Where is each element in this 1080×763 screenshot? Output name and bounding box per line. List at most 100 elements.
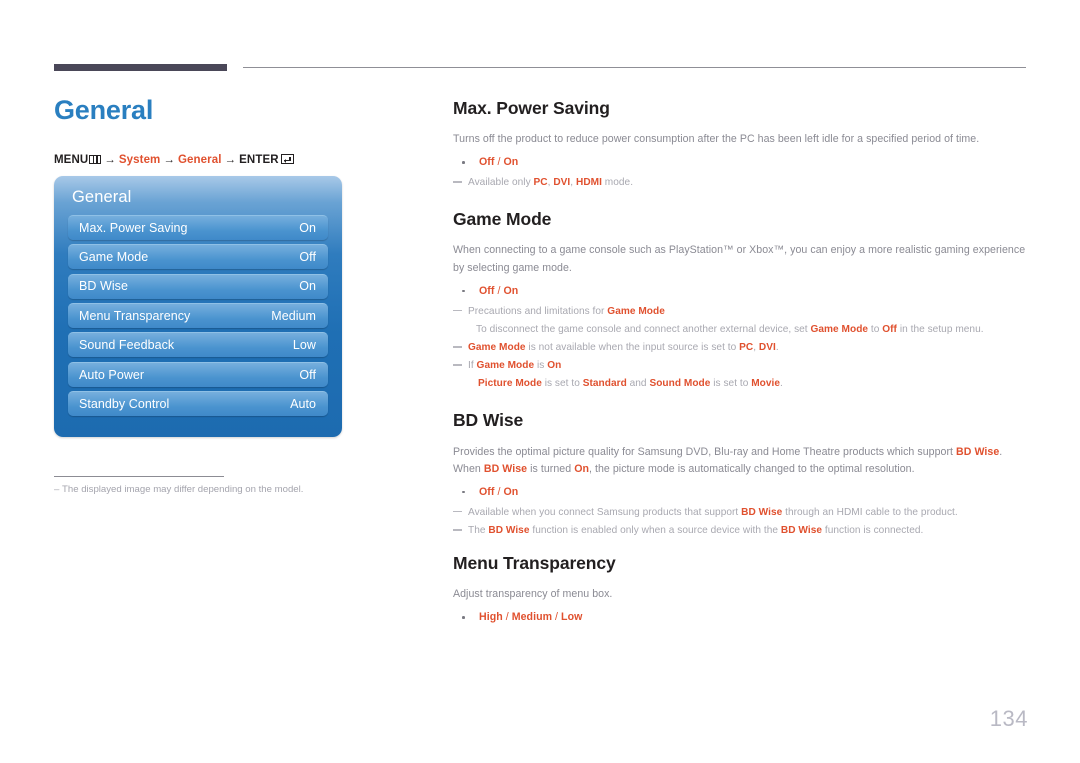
enter-key-icon <box>280 154 294 165</box>
option-on: On <box>503 156 519 169</box>
note-text: through an HDMI cable to the product. <box>782 506 958 518</box>
section-options: Off / On <box>453 283 1028 300</box>
option-on: On <box>503 485 519 498</box>
osd-row-value: Auto <box>290 396 316 411</box>
osd-row-auto-power[interactable]: Auto Power Off <box>68 361 328 387</box>
note-keyword-dvi: DVI <box>553 177 571 189</box>
section-title: BD Wise <box>453 410 524 431</box>
note-text: If <box>468 360 477 372</box>
note-keyword-hdmi: HDMI <box>575 177 602 189</box>
note-keyword-off: Off <box>882 323 897 335</box>
breadcrumb-step-system: System <box>118 154 161 167</box>
osd-row-value: Low <box>292 338 316 353</box>
note-keyword-dvi: DVI <box>758 342 776 354</box>
note-text: function is connected. <box>822 524 924 536</box>
note-keyword-standard: Standard <box>582 378 627 390</box>
section-options: Off / On <box>453 154 1028 171</box>
body-keyword-on: On <box>574 462 589 475</box>
section-title: Game Mode <box>453 209 552 230</box>
body-keyword-bd-wise: BD Wise <box>956 445 1000 458</box>
section-note: Available when you connect Samsung produ… <box>453 505 1028 521</box>
section-body: Adjust transparency of menu box. <box>453 588 613 601</box>
section-options: Off / On <box>453 484 1028 501</box>
header-rule-line <box>243 67 1026 68</box>
osd-row-label: Sound Feedback <box>79 338 175 353</box>
body-text: is turned <box>527 462 575 475</box>
note-text: is set to <box>541 378 583 390</box>
note-keyword-picture-mode: Picture Mode <box>478 378 542 390</box>
note-keyword-game-mode: Game Mode <box>810 323 869 335</box>
note-text: mode. <box>601 177 634 189</box>
osd-row-value: On <box>299 279 316 294</box>
section-note: Precautions and limitations for Game Mod… <box>453 304 1028 320</box>
note-text: and <box>626 378 650 390</box>
note-keyword-bd-wise: BD Wise <box>780 524 823 536</box>
note-text: in the setup menu. <box>896 323 984 335</box>
osd-row-sound-feedback[interactable]: Sound Feedback Low <box>68 332 328 358</box>
section-max-power-saving: Max. Power Saving Turns off the product … <box>453 98 1028 191</box>
section-bd-wise: BD Wise Provides the optimal picture qua… <box>453 410 1028 539</box>
note-text: The <box>468 524 489 536</box>
note-text: . <box>775 342 779 354</box>
note-keyword-sound-mode: Sound Mode <box>649 378 711 390</box>
osd-row-menu-transparency[interactable]: Menu Transparency Medium <box>68 302 328 328</box>
option-off: Off <box>479 284 495 297</box>
manual-page: General MENU → System → General → ENTER Genera… <box>0 0 1080 763</box>
page-title: General <box>54 95 154 125</box>
note-keyword-game-mode: Game Mode <box>476 360 535 372</box>
option-off: Off <box>479 485 495 498</box>
section-note-sub: To disconnect the game console and conne… <box>453 322 1028 338</box>
note-text: to <box>868 323 883 335</box>
osd-row-label: Standby Control <box>79 396 170 411</box>
breadcrumb: MENU → System → General → ENTER <box>54 154 414 166</box>
osd-menu-box: General Max. Power Saving On Game Mode O… <box>54 176 342 437</box>
section-note: Available only PC, DVI, HDMI mode. <box>453 175 1028 191</box>
osd-row-value: Medium <box>271 308 316 323</box>
note-text: is not available when the input source i… <box>525 342 740 354</box>
note-keyword-pc: PC <box>739 342 754 354</box>
note-keyword-movie: Movie <box>751 378 781 390</box>
breadcrumb-enter-label: ENTER <box>239 154 279 167</box>
section-note: Game Mode is not available when the inpu… <box>453 340 1028 356</box>
note-keyword-bd-wise: BD Wise <box>741 506 783 518</box>
left-column: General MENU → System → General → ENTER <box>54 96 414 166</box>
note-text: Available when you connect Samsung produ… <box>468 506 742 518</box>
left-footnote: – The displayed image may differ dependin… <box>54 483 394 497</box>
note-keyword-pc: PC <box>533 177 548 189</box>
breadcrumb-menu-label: MENU <box>54 154 89 167</box>
section-game-mode: Game Mode When connecting to a game cons… <box>453 209 1028 392</box>
osd-row-label: Menu Transparency <box>79 308 191 323</box>
option-low: Low <box>561 611 583 624</box>
osd-row-label: Max. Power Saving <box>79 220 188 235</box>
osd-row-label: BD Wise <box>79 279 128 294</box>
osd-row-game-mode[interactable]: Game Mode Off <box>68 244 328 270</box>
footnote-text: The displayed image may differ depending… <box>62 484 304 495</box>
option-on: On <box>503 284 519 297</box>
option-high: High <box>479 611 503 624</box>
note-keyword-on: On <box>547 360 562 372</box>
section-body: When connecting to a game console such a… <box>453 244 1026 274</box>
option-medium: Medium <box>511 611 553 624</box>
option-off: Off <box>479 156 495 169</box>
section-options: High / Medium / Low <box>453 609 1028 626</box>
osd-title: General <box>72 188 132 206</box>
osd-row-max-power-saving[interactable]: Max. Power Saving On <box>68 214 328 240</box>
note-text: is <box>534 360 548 372</box>
right-column: Max. Power Saving Turns off the product … <box>453 98 1028 630</box>
note-text: is set to <box>710 378 752 390</box>
section-note: The BD Wise function is enabled only whe… <box>453 523 1028 539</box>
note-text: Available only <box>468 177 534 189</box>
footnote-rule <box>54 476 224 477</box>
section-title: Menu Transparency <box>453 553 616 574</box>
section-title: Max. Power Saving <box>453 98 610 118</box>
osd-row-label: Game Mode <box>79 249 149 264</box>
note-text: function is enabled only when a source d… <box>529 524 781 536</box>
breadcrumb-step-general: General <box>178 154 222 167</box>
note-text: To disconnect the game console and conne… <box>476 323 811 335</box>
osd-row-standby-control[interactable]: Standby Control Auto <box>68 391 328 417</box>
osd-row-bd-wise[interactable]: BD Wise On <box>68 273 328 299</box>
breadcrumb-arrow-2: → <box>163 154 175 167</box>
osd-row-value: Off <box>299 249 316 264</box>
body-text: , the picture mode is automatically chan… <box>589 462 915 475</box>
menu-grid-icon <box>89 155 102 165</box>
